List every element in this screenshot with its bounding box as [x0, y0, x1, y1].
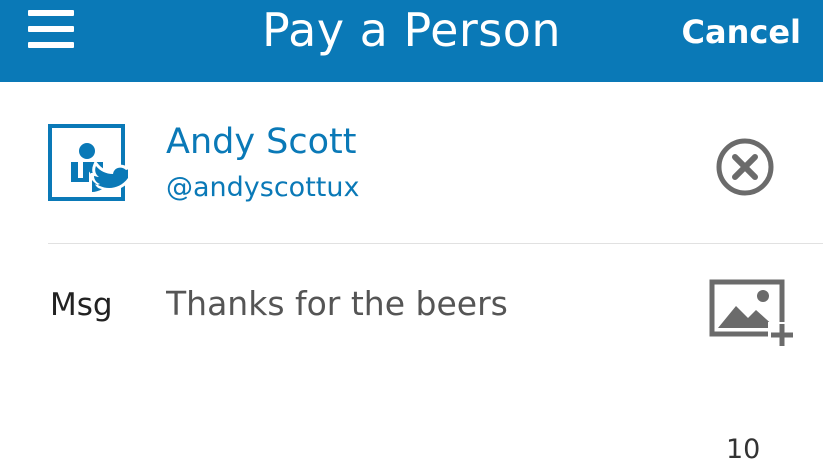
- recipient-handle: @andyscottux: [166, 172, 360, 203]
- circle-x-icon: [716, 138, 774, 196]
- divider: [48, 243, 823, 244]
- character-count: 10: [726, 434, 761, 463]
- recipient-avatar: [48, 124, 143, 204]
- message-input[interactable]: [162, 278, 690, 330]
- recipient-name: Andy Scott: [166, 122, 357, 162]
- remove-recipient-button[interactable]: [714, 136, 776, 198]
- header-bar: Pay a Person Cancel: [0, 0, 823, 82]
- person-with-twitter-bird-icon: [48, 124, 143, 201]
- add-image-button[interactable]: [708, 278, 798, 350]
- message-label: Msg: [50, 287, 113, 323]
- cancel-button[interactable]: Cancel: [682, 10, 802, 54]
- add-image-icon: [709, 279, 796, 348]
- pay-a-person-screen: Pay a Person Cancel Andy Scott @andyscot…: [0, 0, 823, 463]
